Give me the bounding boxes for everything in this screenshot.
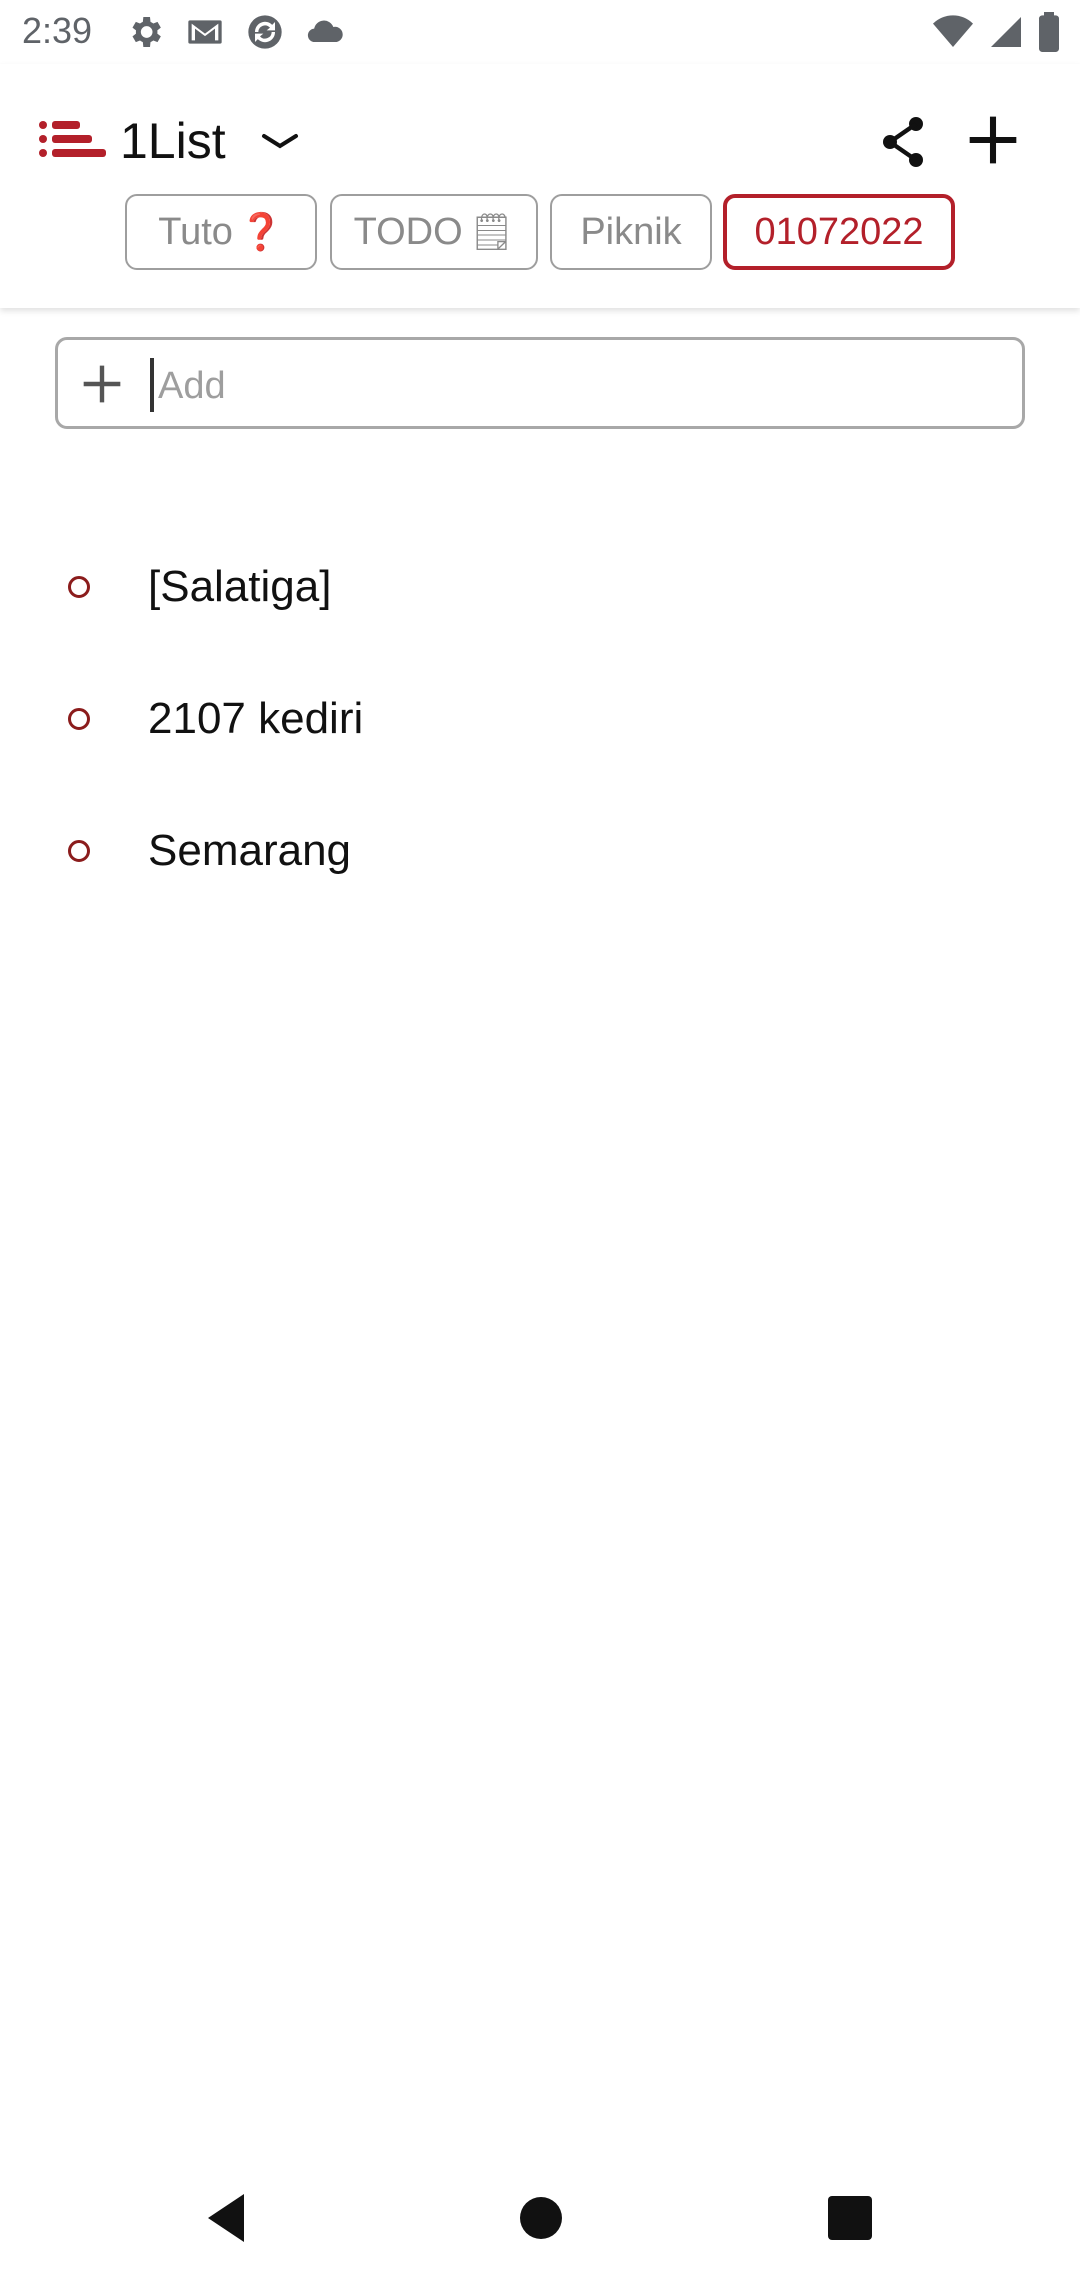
status-bar: 2:39 [0, 0, 1080, 64]
settings-icon [132, 17, 161, 47]
notepad-icon: 🗒 [468, 211, 515, 252]
tab-todo[interactable]: TODO 🗒 [330, 194, 538, 270]
tab-label: Piknik [580, 210, 682, 253]
status-time: 2:39 [22, 10, 93, 51]
bullet-icon[interactable] [68, 576, 90, 598]
list-tabs: Tuto ❓ TODO 🗒 Piknik 01072022 [0, 194, 1080, 276]
app-header: 1List Tuto ❓ TODO 🗒 Piknik 01072022 [0, 64, 1080, 308]
list-item[interactable]: 2107 kediri [0, 672, 1080, 772]
bullet-icon[interactable] [68, 840, 90, 862]
text-cursor [150, 358, 154, 412]
tab-tuto[interactable]: Tuto ❓ [125, 194, 317, 270]
tab-label: Tuto [158, 210, 233, 253]
gmail-icon [188, 20, 222, 44]
item-text: 2107 kediri [148, 694, 364, 743]
notification-icons [125, 12, 345, 52]
item-text: Semarang [148, 826, 352, 875]
tab-label: TODO [353, 210, 463, 253]
question-icon: ❓ [238, 211, 284, 252]
bullet-icon[interactable] [68, 708, 90, 730]
home-icon[interactable] [520, 2197, 562, 2239]
signal-icon [991, 17, 1021, 47]
back-icon[interactable] [204, 2192, 248, 2244]
add-item-input[interactable] [156, 350, 1000, 422]
list-menu-icon[interactable] [38, 119, 108, 163]
plus-icon[interactable] [80, 362, 124, 406]
item-text: [Salatiga] [148, 562, 332, 611]
share-icon[interactable] [880, 116, 928, 168]
recents-icon[interactable] [828, 2196, 872, 2240]
tab-piknik[interactable]: Piknik [550, 194, 712, 270]
system-icons [932, 12, 1060, 52]
battery-icon [1039, 12, 1059, 52]
list-item[interactable]: [Salatiga] [0, 540, 1080, 640]
sync-app-icon [248, 15, 282, 49]
list-item[interactable]: Semarang [0, 804, 1080, 904]
list-title[interactable]: 1List [120, 112, 226, 170]
navigation-bar [0, 2160, 1080, 2280]
add-item-field[interactable] [55, 337, 1025, 429]
cloud-icon [307, 20, 343, 43]
tab-label: 01072022 [754, 210, 924, 253]
chevron-down-icon[interactable] [260, 130, 300, 154]
wifi-icon [933, 15, 973, 47]
tab-01072022[interactable]: 01072022 [723, 194, 955, 270]
plus-icon[interactable] [965, 112, 1021, 168]
